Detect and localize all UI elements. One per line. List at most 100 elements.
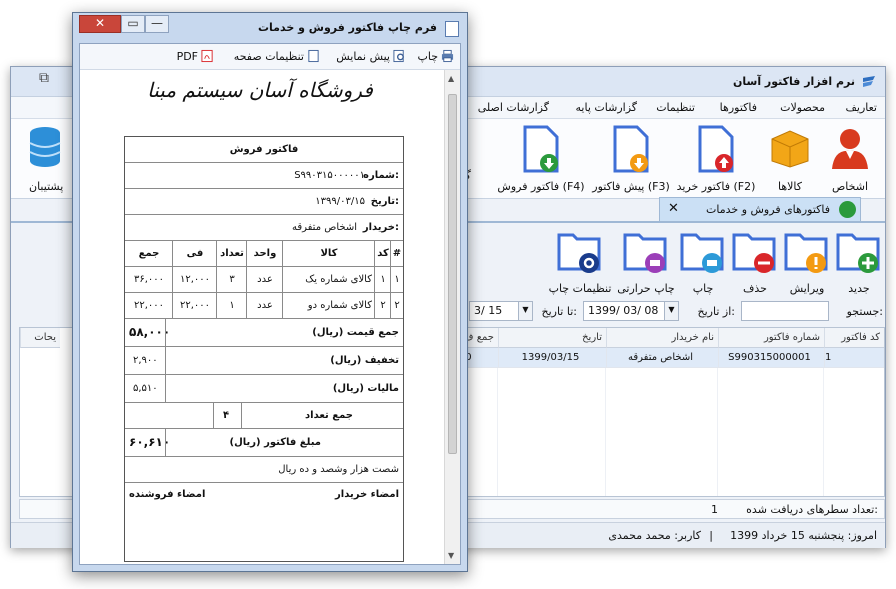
purchase-invoice-button[interactable]: فاکتور خرید (F2) bbox=[673, 123, 759, 195]
restore-icon[interactable]: ⧉ bbox=[31, 70, 57, 88]
search-row: جستجو: از تاریخ: 1399/ 03/ 08 ▼ تا تاریخ… bbox=[467, 299, 887, 325]
scroll-up-icon[interactable]: ▲ bbox=[448, 74, 454, 83]
invoice-toolbar: جدید ویرایش حذف چاپ چاپ حرارتی تنظیمات چ… bbox=[467, 227, 887, 297]
row-count-value: 1 bbox=[711, 503, 718, 516]
seller-signature: امضاء فروشنده bbox=[129, 489, 206, 500]
col-header-invoice-code[interactable]: کد فاکتور bbox=[824, 328, 884, 348]
amount-words-row: شصت هزار وشصد و ده ریال bbox=[125, 457, 403, 483]
delete-button[interactable]: حذف bbox=[727, 229, 783, 295]
from-date-input[interactable]: 1399/ 03/ 08 ▼ bbox=[583, 301, 679, 321]
print-title-bar: فرم چاپ فاکتور فروش و خدمات — ▭ ✕ bbox=[73, 13, 467, 43]
menu-products[interactable]: محصولات bbox=[780, 101, 825, 114]
person-icon bbox=[832, 129, 868, 169]
folder-delete-icon bbox=[732, 233, 776, 273]
pdf-icon bbox=[201, 49, 213, 63]
vertical-scrollbar[interactable]: ▲ ▼ bbox=[444, 70, 460, 564]
from-date-dropdown-icon[interactable]: ▼ bbox=[664, 302, 678, 320]
tab-close-icon[interactable]: ✕ bbox=[668, 201, 679, 216]
menu-basic-reports[interactable]: گزارشات پایه bbox=[576, 101, 637, 114]
tab-sales-invoices[interactable]: فاکتورهای فروش و خدمات ✕ bbox=[659, 197, 861, 221]
print-title: فرم چاپ فاکتور فروش و خدمات bbox=[258, 21, 437, 34]
cell-invoice-number: S990315000001 bbox=[718, 348, 824, 368]
main-title: نرم افزار فاکتور آسان bbox=[733, 75, 855, 88]
print-button[interactable]: چاپ bbox=[675, 229, 731, 295]
print-settings-button[interactable]: تنظیمات چاپ bbox=[545, 229, 615, 295]
doc-down-orange-icon bbox=[613, 125, 649, 173]
search-label: جستجو: bbox=[846, 305, 883, 318]
new-button[interactable]: جدید bbox=[831, 229, 887, 295]
pdf-action[interactable]: PDF bbox=[177, 50, 198, 63]
invoice-date: ۱۳۹۹/۰۳/۱۵ bbox=[315, 196, 365, 207]
minimize-button[interactable]: — bbox=[145, 15, 169, 33]
app-logo-icon bbox=[863, 76, 875, 87]
row-count-label: تعداد سطرهای دریافت شده: bbox=[746, 503, 878, 516]
persons-button[interactable]: اشخاص bbox=[821, 123, 879, 195]
folder-warning-icon bbox=[784, 233, 828, 273]
preview-action[interactable]: پیش نمایش bbox=[336, 50, 390, 63]
to-date-input[interactable]: 3/ 15 ▼ bbox=[469, 301, 533, 321]
pre-invoice-button[interactable]: پیش فاکتور (F3) bbox=[591, 123, 671, 195]
menu-main-reports[interactable]: گزارشات اصلی bbox=[478, 101, 549, 114]
invoice-table: فاکتور فروش شماره: S۹۹۰۳۱۵۰۰۰۰۰۱ تاریخ: … bbox=[124, 136, 404, 562]
folder-thermal-print-icon bbox=[623, 233, 667, 273]
page-settings-action[interactable]: تنظیمات صفحه bbox=[234, 50, 304, 63]
cell-invoice-code: 1 bbox=[824, 348, 884, 368]
discount-value: ۲,۹۰۰ bbox=[133, 355, 158, 366]
sales-invoice-button[interactable]: فاکتور فروش (F4) bbox=[493, 123, 589, 195]
search-input[interactable] bbox=[741, 301, 829, 321]
invoice-date-row: تاریخ: ۱۳۹۹/۰۳/۱۵ bbox=[125, 189, 403, 215]
buyer-signature: امضاء خریدار bbox=[335, 489, 399, 500]
tax-row: مالیات (ریال) ۵,۵۱۰ bbox=[125, 375, 403, 403]
menu-invoices[interactable]: فاکتورها bbox=[720, 101, 757, 114]
cell-date: 1399/03/15 bbox=[498, 348, 606, 368]
scroll-down-icon[interactable]: ▼ bbox=[448, 551, 454, 560]
scroll-thumb[interactable] bbox=[448, 94, 457, 454]
col-divider bbox=[497, 368, 498, 496]
database-icon bbox=[29, 127, 61, 167]
status-date: امروز: پنجشنبه 15 خرداد 1399 bbox=[730, 529, 877, 542]
cell-buyer-name: اشخاص متفرقه bbox=[606, 348, 718, 368]
maximize-button[interactable]: ▭ bbox=[121, 15, 145, 33]
invoice-number: S۹۹۰۳۱۵۰۰۰۰۰۱ bbox=[294, 170, 365, 181]
total-row: جمع قیمت (ریال) ۵۸,۰۰۰ bbox=[125, 319, 403, 347]
edit-button[interactable]: ویرایش bbox=[779, 229, 835, 295]
print-preview-window: فرم چاپ فاکتور فروش و خدمات — ▭ ✕ چاپ پی… bbox=[72, 12, 468, 572]
folder-settings-icon bbox=[557, 233, 601, 273]
folder-print-icon bbox=[680, 233, 724, 273]
preview-icon bbox=[393, 49, 404, 63]
discount-row: تخفیف (ریال) ۲,۹۰۰ bbox=[125, 347, 403, 375]
print-body: چاپ پیش نمایش تنظیمات صفحه PDF ▲ ▼ فروشگ… bbox=[79, 43, 461, 565]
backup-button[interactable]: پشتیبان bbox=[15, 123, 75, 195]
status-user: کاربر: محمد محمدی bbox=[608, 529, 701, 542]
menu-definitions[interactable]: تعاریف bbox=[846, 101, 877, 114]
tab-arrow-icon bbox=[839, 201, 856, 218]
close-button[interactable]: ✕ bbox=[79, 15, 121, 33]
amount-value: ۶۰,۶۱۰ bbox=[129, 435, 171, 449]
print-action[interactable]: چاپ bbox=[417, 50, 438, 63]
col-header-buyer-name[interactable]: نام خریدار bbox=[606, 328, 718, 348]
col-header-notes[interactable]: یحات bbox=[20, 328, 60, 348]
status-separator: | bbox=[709, 529, 713, 542]
menu-settings[interactable]: تنظیمات bbox=[656, 101, 695, 114]
to-date-label: تا تاریخ: bbox=[541, 305, 577, 318]
box-icon bbox=[771, 130, 809, 168]
print-toolbar: چاپ پیش نمایش تنظیمات صفحه PDF bbox=[80, 44, 460, 70]
col-divider bbox=[717, 368, 718, 496]
doc-down-green-icon bbox=[523, 125, 559, 173]
tax-value: ۵,۵۱۰ bbox=[133, 383, 158, 394]
total-value: ۵۸,۰۰۰ bbox=[129, 325, 171, 339]
col-header-date[interactable]: تاریخ bbox=[498, 328, 606, 348]
folder-add-icon bbox=[836, 233, 880, 273]
thermal-print-button[interactable]: چاپ حرارتی bbox=[613, 229, 679, 295]
goods-button[interactable]: کالاها bbox=[763, 123, 817, 195]
invoice-number-row: شماره: S۹۹۰۳۱۵۰۰۰۰۰۱ bbox=[125, 163, 403, 189]
invoice-buyer-row: خریدار: اشخاص متفرقه bbox=[125, 215, 403, 241]
qty-value: ۴ bbox=[223, 410, 230, 421]
col-header-invoice-number[interactable]: شماره فاکتور bbox=[718, 328, 824, 348]
page-setup-icon bbox=[308, 49, 319, 63]
document-icon bbox=[445, 21, 459, 37]
qty-row: جمع تعداد ۴ bbox=[125, 403, 403, 429]
to-date-dropdown-icon[interactable]: ▼ bbox=[518, 302, 532, 320]
amount-words: شصت هزار وشصد و ده ریال bbox=[278, 464, 399, 475]
printer-icon bbox=[441, 49, 454, 63]
